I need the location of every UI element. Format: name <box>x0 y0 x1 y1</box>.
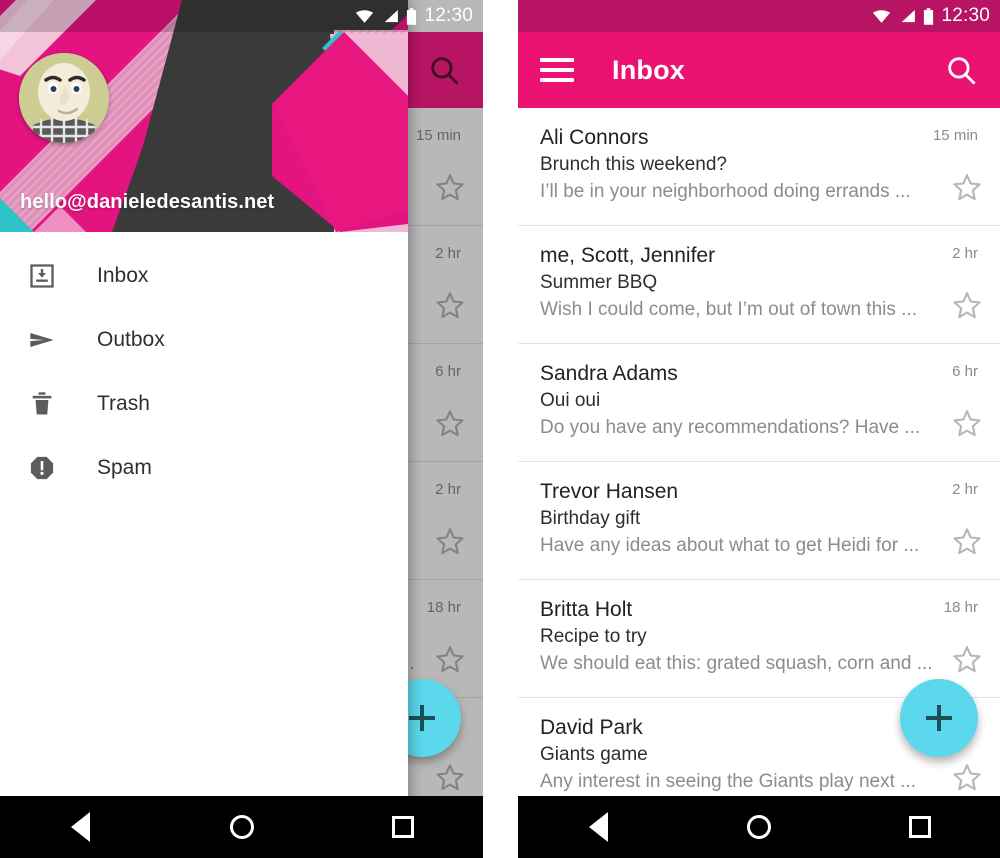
star-outline-icon[interactable] <box>952 408 982 438</box>
drawer-item-label: Inbox <box>97 264 149 287</box>
battery-icon <box>406 7 417 25</box>
navigation-drawer: hello@danieledesantis.net Inbox Outbox T… <box>0 0 408 858</box>
mail-snippet: Have any ideas about what to get Heidi f… <box>540 535 920 557</box>
system-nav-bar <box>518 796 1000 858</box>
drawer-item-label: Trash <box>97 392 150 415</box>
nav-back-button[interactable] <box>583 812 613 842</box>
report-icon <box>22 454 62 482</box>
plus-icon <box>409 705 435 731</box>
nav-home-button[interactable] <box>227 812 257 842</box>
status-bar: 12:30 <box>518 0 1000 32</box>
cellular-signal-icon <box>381 9 399 23</box>
mail-timestamp: 15 min <box>415 127 461 144</box>
star-outline-icon[interactable] <box>952 644 982 674</box>
drawer-item-label: Spam <box>97 456 152 479</box>
drawer-item-spam[interactable]: Spam <box>0 436 408 500</box>
mail-sender: Britta Holt <box>540 598 633 621</box>
battery-icon <box>923 7 934 25</box>
star-outline-icon[interactable] <box>952 172 982 202</box>
mail-sender: me, Scott, Jennifer <box>540 244 716 267</box>
drawer-item-inbox[interactable]: Inbox <box>0 244 408 308</box>
mail-list-item[interactable]: Ali Connors Brunch this weekend? I’ll be i… <box>518 108 1000 226</box>
drawer-item-trash[interactable]: Trash <box>0 372 408 436</box>
mail-timestamp: 2 hr <box>952 481 978 498</box>
wifi-icon <box>872 9 891 23</box>
compose-fab[interactable] <box>900 679 978 757</box>
mail-timestamp: 2 hr <box>435 481 461 498</box>
status-bar-clock: 12:30 <box>941 5 990 26</box>
nav-recents-button[interactable] <box>388 812 418 842</box>
mail-timestamp: 2 hr <box>952 245 978 262</box>
send-icon <box>22 326 62 354</box>
phone-screen-drawer-open: Ali ConnorsBrunch this weekend?I’ll be i… <box>0 0 483 858</box>
mail-timestamp: 6 hr <box>435 363 461 380</box>
hamburger-menu-icon[interactable] <box>540 58 574 82</box>
star-outline-icon[interactable] <box>435 644 465 674</box>
mail-list-item[interactable]: Sandra Adams Oui oui Do you have any recom… <box>518 344 1000 462</box>
drawer-item-label: Outbox <box>97 328 165 351</box>
drawer-item-outbox[interactable]: Outbox <box>0 308 408 372</box>
system-nav-bar <box>0 796 483 858</box>
search-icon[interactable] <box>944 53 978 87</box>
mail-timestamp: 6 hr <box>952 363 978 380</box>
mail-snippet: I’ll be in your neighborhood doing erran… <box>540 181 911 203</box>
search-icon[interactable] <box>427 53 461 87</box>
star-outline-icon[interactable] <box>952 526 982 556</box>
trash-icon <box>22 390 62 418</box>
mail-subject: Birthday gift <box>540 508 641 530</box>
cellular-signal-icon <box>898 9 916 23</box>
wifi-icon <box>355 9 374 23</box>
mail-list-item[interactable]: Trevor Hansen Birthday gift Have any ideas… <box>518 462 1000 580</box>
star-outline-icon[interactable] <box>435 408 465 438</box>
mail-subject: Summer BBQ <box>540 272 658 294</box>
status-bar: 12:30 <box>0 0 483 32</box>
nav-home-button[interactable] <box>744 812 774 842</box>
nav-recents-button[interactable] <box>905 812 935 842</box>
avatar[interactable] <box>19 53 109 143</box>
account-email: hello@danieledesantis.net <box>20 191 275 213</box>
status-bar-clock: 12:30 <box>424 5 473 26</box>
plus-icon <box>926 705 952 731</box>
drawer-header: hello@danieledesantis.net <box>0 0 408 232</box>
star-outline-icon[interactable] <box>435 290 465 320</box>
phone-screen-inbox: 12:30 Inbox Ali Connors Brunch this weeke… <box>518 0 1000 858</box>
app-bar: Inbox <box>518 32 1000 108</box>
mail-sender: Sandra Adams <box>540 362 678 385</box>
star-outline-icon[interactable] <box>435 762 465 792</box>
mail-snippet: Wish I could come, but I’m out of town t… <box>540 299 917 321</box>
star-outline-icon[interactable] <box>435 526 465 556</box>
star-outline-icon[interactable] <box>435 172 465 202</box>
mail-snippet: Any interest in seeing the Giants play n… <box>540 771 916 793</box>
mail-timestamp: 15 min <box>932 127 978 144</box>
drawer-item-list: Inbox Outbox Trash Spam <box>0 232 408 500</box>
mail-subject: Oui oui <box>540 390 601 412</box>
page-title: Inbox <box>612 54 685 85</box>
star-outline-icon[interactable] <box>952 290 982 320</box>
inbox-icon <box>22 262 62 290</box>
mail-snippet: Do you have any recommendations? Have ..… <box>540 417 921 439</box>
star-outline-icon[interactable] <box>952 762 982 792</box>
mail-subject: Brunch this weekend? <box>540 154 727 176</box>
mail-timestamp: 18 hr <box>426 599 461 616</box>
nav-back-button[interactable] <box>66 812 96 842</box>
mail-snippet: We should eat this: grated squash, corn … <box>540 653 933 675</box>
mail-timestamp: 18 hr <box>943 599 978 616</box>
mail-subject: Recipe to try <box>540 626 647 648</box>
mail-timestamp: 2 hr <box>435 245 461 262</box>
screenshot-stage: Ali Connors Brunch this weekend? I’ll be i… <box>0 0 1000 858</box>
mail-sender: Trevor Hansen <box>540 480 679 503</box>
mail-list-item[interactable]: me, Scott, Jennifer Summer BBQ Wish I coul… <box>518 226 1000 344</box>
mail-sender: Ali Connors <box>540 126 649 149</box>
